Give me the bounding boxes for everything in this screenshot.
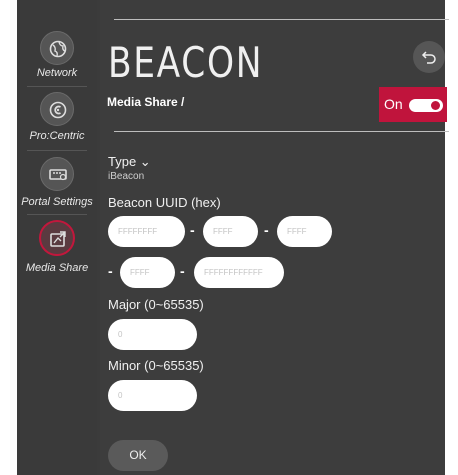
uuid-field-1[interactable] — [108, 216, 185, 247]
minor-input[interactable] — [108, 380, 197, 411]
toggle-knob — [431, 101, 440, 110]
minor-label: Minor (0~65535) — [108, 358, 204, 373]
procentric-icon — [40, 92, 74, 126]
top-divider — [114, 19, 449, 20]
sidebar-item-label: Network — [36, 67, 78, 79]
back-arrow-icon — [421, 51, 436, 64]
beacon-toggle[interactable]: On — [379, 87, 447, 122]
uuid-field-3[interactable] — [277, 216, 332, 247]
type-value: iBeacon — [108, 171, 145, 182]
sidebar-item-label: Media Share — [25, 262, 89, 274]
page-title: BEACON — [108, 38, 264, 87]
uuid-separator: - — [190, 222, 195, 238]
uuid-separator: - — [264, 222, 269, 238]
main-panel: BEACON Media Share / On Type ⌄ iBeacon B… — [100, 0, 449, 475]
toggle-label: On — [384, 96, 403, 112]
sidebar-divider — [27, 150, 87, 151]
media-share-icon — [39, 220, 75, 256]
uuid-separator: - — [108, 263, 113, 279]
ok-button[interactable]: OK — [108, 440, 168, 471]
portal-settings-icon — [40, 157, 74, 191]
uuid-field-4[interactable] — [120, 257, 175, 288]
major-label: Major (0~65535) — [108, 297, 204, 312]
sidebar: Network Pro:Centric Portal Settings Medi… — [17, 0, 97, 475]
breadcrumb: Media Share / — [107, 95, 185, 109]
back-button[interactable] — [413, 41, 445, 73]
header-divider — [114, 131, 449, 132]
uuid-separator: - — [180, 263, 185, 279]
major-input[interactable] — [108, 319, 197, 350]
uuid-field-2[interactable] — [203, 216, 258, 247]
uuid-label: Beacon UUID (hex) — [108, 195, 221, 210]
uuid-field-5[interactable] — [194, 257, 284, 288]
sidebar-divider — [27, 214, 87, 215]
toggle-switch — [409, 99, 443, 112]
type-dropdown[interactable]: Type ⌄ — [108, 154, 151, 170]
sidebar-divider — [27, 86, 87, 87]
network-globe-icon — [40, 31, 74, 65]
sidebar-item-label: Pro:Centric — [29, 130, 85, 142]
sidebar-item-label: Portal Settings — [21, 196, 93, 208]
